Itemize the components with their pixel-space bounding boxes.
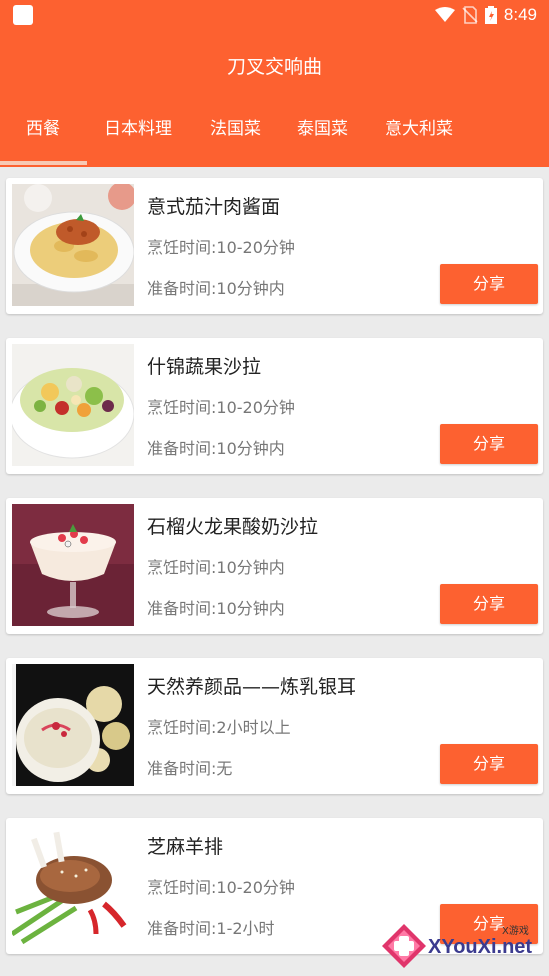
cook-time: 烹饪时间:10-20分钟 — [147, 878, 295, 897]
tab-thai[interactable]: 泰国菜 — [297, 114, 348, 139]
cook-time: 烹饪时间:10-20分钟 — [147, 238, 295, 257]
share-button[interactable]: 分享 — [440, 264, 538, 304]
notification-app-icon — [13, 5, 33, 25]
battery-icon — [484, 6, 497, 24]
tab-japanese[interactable]: 日本料理 — [104, 114, 172, 139]
watermark-subtitle: X游戏 — [502, 926, 529, 937]
status-time: 8:49 — [503, 5, 537, 24]
prep-time: 准备时间:无 — [147, 759, 233, 778]
recipe-image — [12, 184, 134, 306]
cook-time: 烹饪时间:10-20分钟 — [147, 398, 295, 417]
prep-time: 准备时间:10分钟内 — [147, 279, 285, 298]
recipe-card[interactable]: 什锦蔬果沙拉 烹饪时间:10-20分钟 准备时间:10分钟内 分享 — [6, 338, 543, 474]
recipe-title: 意式茄汁肉酱面 — [147, 196, 281, 218]
cook-time: 烹饪时间:2小时以上 — [147, 718, 291, 737]
watermark: X游戏 XYouXi.net — [376, 918, 544, 972]
app-header: 8:49 刀叉交响曲 西餐 日本料理 法国菜 泰国菜 意大利菜 — [0, 0, 549, 167]
recipe-card[interactable]: 天然养颜品——炼乳银耳 烹饪时间:2小时以上 准备时间:无 分享 — [6, 658, 543, 794]
recipe-title: 石榴火龙果酸奶沙拉 — [147, 516, 319, 538]
recipe-card[interactable]: 意式茄汁肉酱面 烹饪时间:10-20分钟 准备时间:10分钟内 分享 — [6, 178, 543, 314]
recipe-image — [12, 824, 134, 946]
status-bar: 8:49 — [0, 0, 549, 32]
share-button[interactable]: 分享 — [440, 584, 538, 624]
category-tabs: 西餐 日本料理 法国菜 泰国菜 意大利菜 — [0, 114, 549, 154]
wifi-icon — [434, 7, 455, 22]
recipe-title: 芝麻羊排 — [147, 836, 224, 858]
prep-time: 准备时间:10分钟内 — [147, 599, 285, 618]
prep-time: 准备时间:10分钟内 — [147, 439, 285, 458]
cook-time: 烹饪时间:10分钟内 — [147, 558, 285, 577]
gamepad-logo-icon — [382, 924, 426, 968]
share-button[interactable]: 分享 — [440, 424, 538, 464]
tab-italian[interactable]: 意大利菜 — [385, 114, 453, 139]
recipe-title: 天然养颜品——炼乳银耳 — [147, 676, 357, 698]
recipe-card[interactable]: 石榴火龙果酸奶沙拉 烹饪时间:10分钟内 准备时间:10分钟内 分享 — [6, 498, 543, 634]
recipe-title: 什锦蔬果沙拉 — [147, 356, 262, 378]
share-button[interactable]: 分享 — [440, 744, 538, 784]
recipe-image — [12, 664, 134, 786]
recipe-image — [12, 344, 134, 466]
no-sim-icon — [462, 6, 478, 24]
recipe-image — [12, 504, 134, 626]
watermark-brand: XYouXi.net — [428, 936, 533, 958]
prep-time: 准备时间:1-2小时 — [147, 919, 275, 938]
tab-french[interactable]: 法国菜 — [210, 114, 261, 139]
page-title: 刀叉交响曲 — [226, 56, 322, 78]
tab-western[interactable]: 西餐 — [26, 114, 60, 139]
active-tab-indicator — [0, 161, 87, 165]
